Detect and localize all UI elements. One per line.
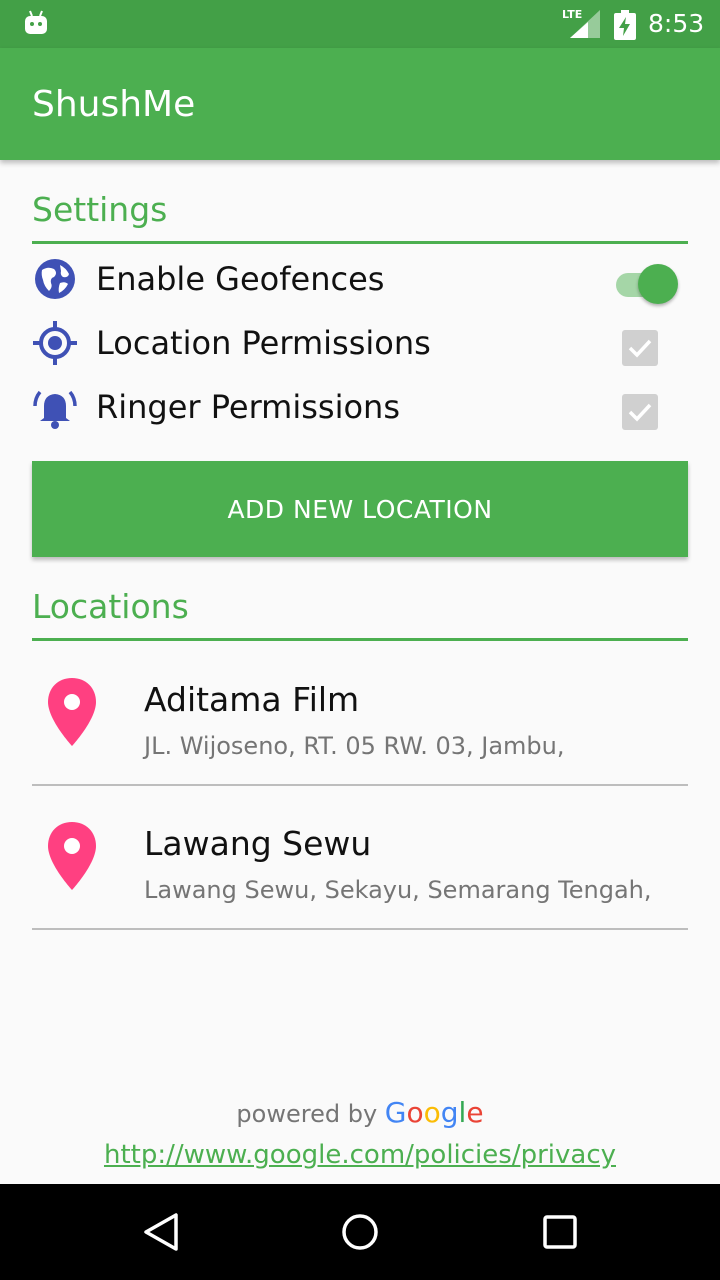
- google-logo: Google: [384, 1096, 484, 1129]
- location-address: JL. Wijoseno, RT. 05 RW. 03, Jambu,: [144, 732, 565, 760]
- ringer-permission-checkbox[interactable]: [622, 394, 658, 430]
- navigation-bar: [0, 1184, 720, 1280]
- powered-by-text: powered by: [236, 1100, 378, 1128]
- settings-divider: [32, 241, 688, 244]
- location-item-lawang-sewu[interactable]: Lawang Sewu Lawang Sewu, Sekayu, Semaran…: [32, 786, 688, 930]
- geofence-switch[interactable]: [614, 262, 680, 304]
- globe-icon: [32, 256, 78, 302]
- add-new-location-button[interactable]: ADD NEW LOCATION: [32, 461, 688, 557]
- powered-by-google: powered by Google: [0, 1096, 720, 1129]
- setting-label: Ringer Permissions: [96, 388, 400, 426]
- setting-label: Enable Geofences: [96, 260, 385, 298]
- privacy-policy-link[interactable]: http://www.google.com/policies/privacy: [0, 1140, 720, 1170]
- signal-icon: [570, 10, 600, 42]
- gps-fixed-icon: [32, 320, 78, 366]
- app-bar: ShushMe: [0, 48, 720, 160]
- back-icon[interactable]: [142, 1212, 180, 1252]
- home-icon[interactable]: [340, 1212, 380, 1252]
- settings-title: Settings: [32, 190, 168, 229]
- location-pin-icon: [48, 822, 96, 894]
- battery-charging-icon: [614, 10, 636, 44]
- ringer-bell-icon: [32, 384, 78, 430]
- location-item-aditama-film[interactable]: Aditama Film JL. Wijoseno, RT. 05 RW. 03…: [32, 642, 688, 786]
- location-permission-checkbox[interactable]: [622, 330, 658, 366]
- locations-divider: [32, 638, 688, 641]
- locations-title: Locations: [32, 587, 189, 626]
- setting-ringer-permissions: Ringer Permissions: [32, 376, 688, 436]
- android-debug-icon: [24, 10, 48, 40]
- status-bar: LTE 8:53: [0, 0, 720, 48]
- setting-location-permissions: Location Permissions: [32, 312, 688, 372]
- switch-thumb: [638, 264, 678, 304]
- location-pin-icon: [48, 678, 96, 750]
- setting-label: Location Permissions: [96, 324, 431, 362]
- app-title: ShushMe: [32, 84, 196, 125]
- recents-icon[interactable]: [542, 1212, 578, 1252]
- list-divider: [32, 928, 688, 930]
- setting-enable-geofences: Enable Geofences: [32, 248, 688, 308]
- location-address: Lawang Sewu, Sekayu, Semarang Tengah,: [144, 876, 652, 904]
- location-name: Lawang Sewu: [144, 824, 372, 863]
- location-name: Aditama Film: [144, 680, 360, 719]
- clock: 8:53: [648, 9, 705, 38]
